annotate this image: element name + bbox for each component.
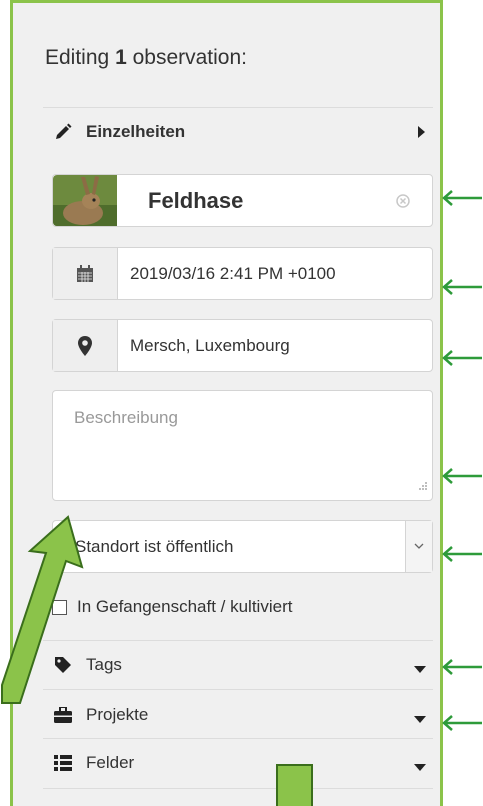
fields-label: Felder [86, 753, 135, 772]
projects-label: Projekte [86, 705, 149, 724]
annotation-arrow-left-icon [442, 468, 482, 484]
description-textarea[interactable]: Beschreibung [52, 390, 433, 501]
annotation-arrow-left-icon [442, 190, 482, 206]
annotation-arrow-stem [276, 764, 313, 806]
caret-right-icon [416, 125, 426, 144]
annotation-arrow-left-icon [442, 350, 482, 366]
annotation-arrow-left-icon [442, 546, 482, 562]
divider [43, 107, 433, 108]
captive-label: In Gefangenschaft / kultiviert [77, 597, 293, 616]
annotation-arrow-left-icon [442, 279, 482, 295]
divider [43, 788, 433, 789]
species-thumbnail [53, 175, 117, 226]
tags-label: Tags [86, 655, 122, 674]
location-value: Mersch, Luxembourg [130, 335, 290, 355]
species-value: Feldhase [148, 187, 244, 213]
location-input[interactable]: Mersch, Luxembourg [52, 319, 433, 372]
caret-down-icon [414, 661, 426, 679]
divider [43, 689, 433, 690]
species-input[interactable]: Feldhase [52, 174, 433, 227]
geoprivacy-select[interactable]: Standort ist öffentlich [52, 520, 433, 573]
tags-section-toggle[interactable]: Tags [52, 650, 432, 680]
briefcase-icon [52, 705, 74, 725]
date-value: 2019/03/16 2:41 PM +0100 [130, 263, 336, 283]
projects-section-toggle[interactable]: Projekte [52, 700, 432, 730]
resize-handle-icon[interactable] [418, 478, 428, 496]
annotation-arrow-left-icon [442, 715, 482, 731]
details-section-toggle[interactable]: Einzelheiten [52, 117, 432, 147]
annotation-big-arrow-icon [1, 515, 84, 704]
list-icon [52, 753, 74, 773]
details-label: Einzelheiten [86, 122, 186, 141]
divider [43, 640, 433, 641]
chevron-down-icon[interactable] [405, 521, 432, 572]
calendar-icon [53, 248, 118, 299]
caret-down-icon [414, 711, 426, 729]
geoprivacy-value: Standort ist öffentlich [75, 536, 234, 556]
caret-down-icon [414, 759, 426, 777]
description-placeholder: Beschreibung [74, 408, 178, 427]
date-input[interactable]: 2019/03/16 2:41 PM +0100 [52, 247, 433, 300]
annotation-arrow-left-icon [442, 659, 482, 675]
page-title: Editing 1 observation: [45, 46, 247, 69]
clear-icon[interactable] [396, 194, 410, 213]
fields-section-toggle[interactable]: Felder [52, 748, 432, 778]
pencil-icon [52, 122, 74, 142]
map-marker-icon [53, 320, 118, 371]
divider [43, 738, 433, 739]
